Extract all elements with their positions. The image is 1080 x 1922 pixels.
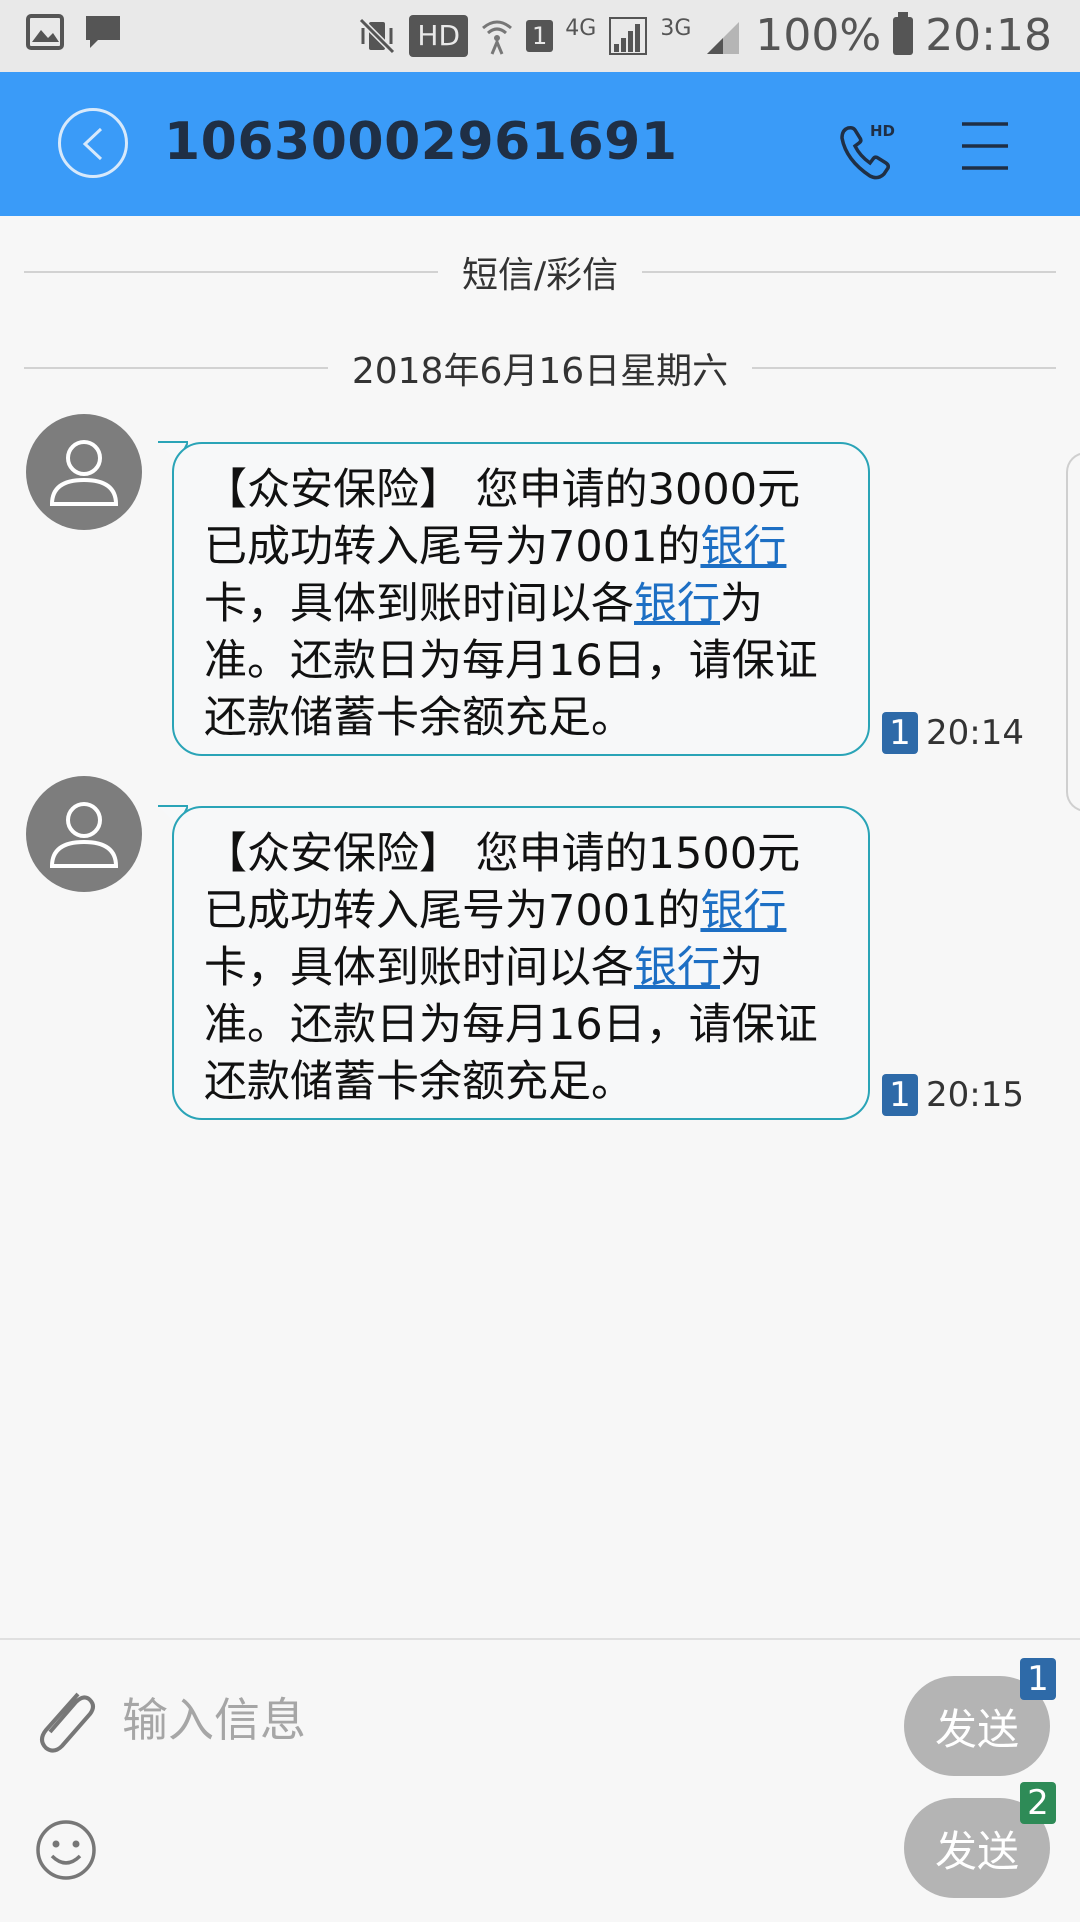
network-4g-label: 4G xyxy=(565,16,597,41)
message-link[interactable]: 银行 xyxy=(634,943,720,993)
gallery-notification-icon xyxy=(26,14,64,50)
hd-call-button[interactable]: HD xyxy=(836,116,906,186)
signal-sim1-icon xyxy=(609,16,648,55)
battery-percentage: 100% xyxy=(755,10,882,61)
message-link[interactable]: 银行 xyxy=(700,886,786,936)
signal-sim2-icon xyxy=(707,21,740,54)
wifi-calling-icon xyxy=(482,20,512,55)
sim-badge: 1 xyxy=(882,712,918,754)
message-input[interactable] xyxy=(120,1684,764,1756)
message-type-label: 短信/彩信 xyxy=(461,255,619,296)
menu-button[interactable] xyxy=(960,118,1010,174)
sender-avatar[interactable] xyxy=(26,776,142,892)
sender-avatar[interactable] xyxy=(26,414,142,530)
network-3g-label: 3G xyxy=(660,16,692,41)
divider-line xyxy=(752,367,1056,369)
message-time: 20:15 xyxy=(926,1075,1024,1115)
scroll-handle[interactable] xyxy=(1066,452,1080,812)
status-bar: HD 1 4G 3G 100% 20:18 xyxy=(0,0,1080,72)
date-label: 2018年6月16日星期六 xyxy=(351,351,729,392)
message-notification-icon xyxy=(86,16,120,48)
hd-voice-indicator: HD xyxy=(409,14,469,57)
send-sim1-badge: 1 xyxy=(1020,1658,1056,1700)
back-button[interactable] xyxy=(58,108,128,178)
clock: 20:18 xyxy=(925,10,1052,61)
message-time: 20:14 xyxy=(926,713,1024,753)
chevron-left-icon xyxy=(82,127,103,161)
message-link[interactable]: 银行 xyxy=(700,522,786,572)
battery-icon xyxy=(893,11,914,55)
message-link[interactable]: 银行 xyxy=(634,579,720,629)
vibrate-mute-icon xyxy=(359,17,396,54)
message-bubble[interactable]: 【众安保险】 您申请的1500元已成功转入尾号为7001的银行卡，具体到账时间以… xyxy=(172,806,870,1120)
message-text: 卡，具体到账时间以各 xyxy=(204,943,634,993)
call-hd-label: HD xyxy=(870,122,895,140)
date-divider: 2018年6月16日星期六 xyxy=(24,348,1056,392)
attachment-icon[interactable] xyxy=(30,1680,100,1760)
hamburger-menu-icon xyxy=(962,122,1008,170)
message-meta: 1 20:15 xyxy=(882,1074,1024,1116)
divider-line xyxy=(24,271,438,273)
divider-line xyxy=(642,271,1057,273)
emoji-icon[interactable] xyxy=(34,1818,98,1882)
message-meta: 1 20:14 xyxy=(882,712,1024,754)
conversation-header: 10630002961691 HD xyxy=(0,72,1080,216)
person-icon xyxy=(49,440,119,506)
divider-line xyxy=(24,367,328,369)
send-sim2-badge: 2 xyxy=(1020,1782,1056,1824)
sim1-indicator: 1 xyxy=(526,19,554,52)
message-text: 卡，具体到账时间以各 xyxy=(204,579,634,629)
person-icon xyxy=(49,802,119,868)
phone-hd-icon: HD xyxy=(840,122,895,180)
message-bubble[interactable]: 【众安保险】 您申请的3000元已成功转入尾号为7001的银行卡，具体到账时间以… xyxy=(172,442,870,756)
message-type-divider: 短信/彩信 xyxy=(24,252,1057,296)
sim-badge: 1 xyxy=(882,1074,918,1116)
contact-number-title: 10630002961691 xyxy=(164,112,678,172)
